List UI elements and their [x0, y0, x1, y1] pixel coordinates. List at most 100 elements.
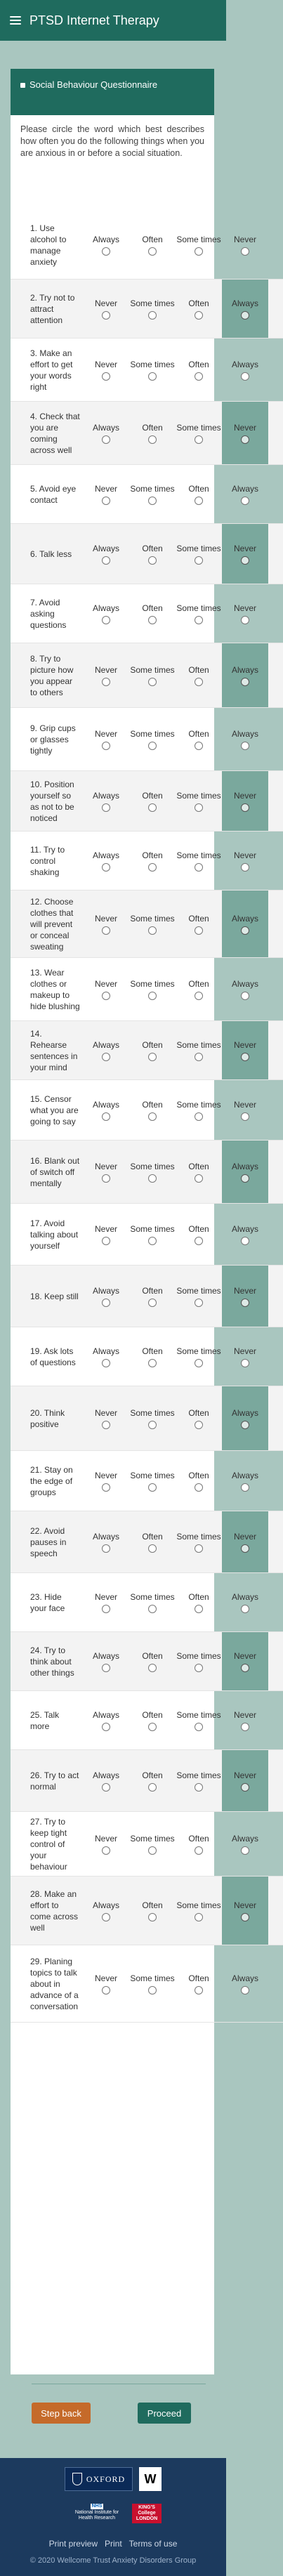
answer-option[interactable]: Always [222, 958, 268, 1020]
radio-button[interactable] [102, 1985, 110, 1995]
answer-option[interactable]: Never [222, 832, 268, 890]
radio-button[interactable] [148, 1722, 157, 1731]
radio-button[interactable] [102, 1483, 110, 1492]
radio-button[interactable] [148, 1052, 157, 1061]
radio-button[interactable] [148, 991, 157, 1000]
answer-option[interactable]: Often [129, 1021, 176, 1079]
answer-option[interactable]: Never [222, 1877, 268, 1945]
radio-button[interactable] [102, 1663, 110, 1672]
answer-option[interactable]: Some times [129, 280, 176, 338]
answer-option[interactable]: Often [129, 771, 176, 831]
answer-option[interactable]: Always [83, 524, 129, 584]
answer-option[interactable]: Some times [176, 1877, 222, 1945]
answer-option[interactable]: Always [222, 1204, 268, 1265]
answer-option[interactable]: Always [222, 891, 268, 957]
radio-button[interactable] [102, 1112, 110, 1121]
answer-option[interactable]: Often [176, 958, 222, 1020]
answer-option[interactable]: Never [83, 1573, 129, 1631]
answer-option[interactable]: Never [222, 1080, 268, 1140]
answer-option[interactable]: Some times [129, 708, 176, 770]
radio-button[interactable] [241, 1174, 249, 1183]
answer-option[interactable]: Never [83, 1812, 129, 1876]
radio-button[interactable] [102, 926, 110, 935]
answer-option[interactable]: Never [83, 1945, 129, 2022]
answer-option[interactable]: Never [83, 280, 129, 338]
answer-option[interactable]: Some times [176, 1266, 222, 1327]
radio-button[interactable] [148, 1912, 157, 1921]
print-preview-link[interactable]: Print preview [49, 2539, 98, 2549]
answer-option[interactable]: Some times [129, 1945, 176, 2022]
answer-option[interactable]: Never [222, 402, 268, 464]
radio-button[interactable] [102, 1912, 110, 1921]
answer-option[interactable]: Never [222, 1632, 268, 1690]
answer-option[interactable]: Never [83, 891, 129, 957]
radio-button[interactable] [241, 1420, 249, 1429]
answer-option[interactable]: Some times [176, 1750, 222, 1811]
answer-option[interactable]: Some times [129, 1386, 176, 1450]
radio-button[interactable] [148, 1236, 157, 1245]
radio-button[interactable] [148, 926, 157, 935]
radio-button[interactable] [241, 926, 249, 935]
answer-option[interactable]: Always [222, 1451, 268, 1511]
radio-button[interactable] [241, 1052, 249, 1061]
answer-option[interactable]: Often [176, 1204, 222, 1265]
answer-option[interactable]: Some times [176, 832, 222, 890]
answer-option[interactable]: Always [222, 1141, 268, 1203]
radio-button[interactable] [241, 247, 249, 256]
answer-option[interactable]: Often [176, 465, 222, 523]
radio-button[interactable] [102, 615, 110, 624]
terms-of-use-link[interactable]: Terms of use [129, 2539, 178, 2549]
radio-button[interactable] [148, 1483, 157, 1492]
answer-option[interactable]: Never [222, 524, 268, 584]
radio-button[interactable] [241, 1236, 249, 1245]
radio-button[interactable] [102, 741, 110, 750]
radio-button[interactable] [102, 862, 110, 872]
answer-option[interactable]: Some times [176, 1511, 222, 1572]
answer-option[interactable]: Always [83, 402, 129, 464]
radio-button[interactable] [148, 1298, 157, 1307]
radio-button[interactable] [195, 862, 203, 872]
radio-button[interactable] [241, 1985, 249, 1995]
radio-button[interactable] [195, 1782, 203, 1792]
radio-button[interactable] [241, 1298, 249, 1307]
answer-option[interactable]: Never [83, 1451, 129, 1511]
radio-button[interactable] [195, 1912, 203, 1921]
radio-button[interactable] [102, 1604, 110, 1613]
answer-option[interactable]: Always [83, 771, 129, 831]
radio-button[interactable] [195, 1544, 203, 1553]
answer-option[interactable]: Some times [176, 1632, 222, 1690]
answer-option[interactable]: Never [83, 339, 129, 401]
radio-button[interactable] [195, 1663, 203, 1672]
radio-button[interactable] [241, 991, 249, 1000]
answer-option[interactable]: Often [176, 1812, 222, 1876]
radio-button[interactable] [195, 1298, 203, 1307]
radio-button[interactable] [148, 496, 157, 505]
radio-button[interactable] [148, 1782, 157, 1792]
answer-option[interactable]: Often [176, 1141, 222, 1203]
radio-button[interactable] [148, 862, 157, 872]
answer-option[interactable]: Never [222, 584, 268, 643]
answer-option[interactable]: Some times [129, 465, 176, 523]
radio-button[interactable] [195, 677, 203, 686]
answer-option[interactable]: Always [83, 1750, 129, 1811]
answer-option[interactable]: Often [129, 402, 176, 464]
radio-button[interactable] [195, 926, 203, 935]
answer-option[interactable]: Always [83, 584, 129, 643]
answer-option[interactable]: Often [129, 211, 176, 279]
radio-button[interactable] [148, 556, 157, 565]
radio-button[interactable] [102, 1420, 110, 1429]
answer-option[interactable]: Never [222, 1021, 268, 1079]
radio-button[interactable] [148, 615, 157, 624]
answer-option[interactable]: Always [83, 1877, 129, 1945]
answer-option[interactable]: Some times [176, 211, 222, 279]
radio-button[interactable] [195, 1420, 203, 1429]
answer-option[interactable]: Always [83, 1327, 129, 1386]
radio-button[interactable] [102, 803, 110, 812]
radio-button[interactable] [102, 1722, 110, 1731]
radio-button[interactable] [148, 677, 157, 686]
answer-option[interactable]: Always [83, 1266, 129, 1327]
radio-button[interactable] [241, 1358, 249, 1367]
radio-button[interactable] [148, 1663, 157, 1672]
answer-option[interactable]: Often [129, 1266, 176, 1327]
answer-option[interactable]: Always [222, 1573, 268, 1631]
